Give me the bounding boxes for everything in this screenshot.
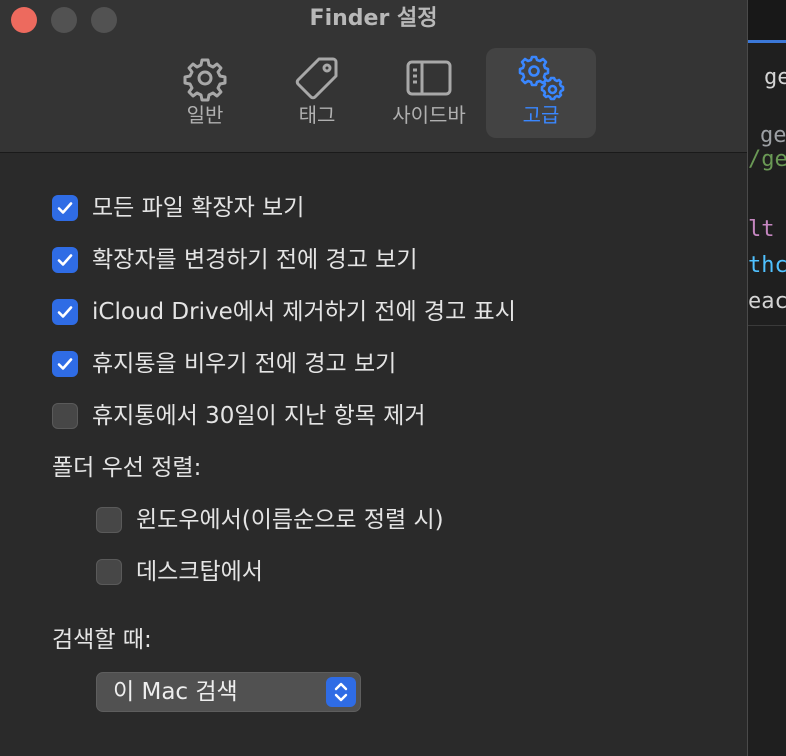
tab-tags[interactable]: 태그 bbox=[262, 48, 372, 138]
editor-code-line: lt bbox=[748, 217, 775, 242]
checkbox-checked[interactable] bbox=[52, 247, 78, 273]
editor-code-line: eac bbox=[748, 289, 786, 314]
window-title: Finder 설정 bbox=[309, 6, 438, 31]
tab-label: 고급 bbox=[522, 103, 560, 127]
gear-icon bbox=[183, 58, 227, 102]
tab-label: 일반 bbox=[186, 103, 224, 127]
tab-label: 사이드바 bbox=[392, 103, 466, 127]
checkbox-unchecked[interactable] bbox=[96, 559, 122, 585]
tab-label: 태그 bbox=[298, 103, 336, 127]
checkbox-checked[interactable] bbox=[52, 351, 78, 377]
option-label: 확장자를 변경하기 전에 경고 보기 bbox=[92, 247, 418, 273]
folders-first-label: 폴더 우선 정렬: bbox=[52, 455, 202, 481]
search-scope-value: 이 Mac 검색 bbox=[113, 679, 238, 705]
option-show-extensions[interactable]: 모든 파일 확장자 보기 bbox=[52, 193, 304, 223]
option-warn-icloud-removal[interactable]: iCloud Drive에서 제거하기 전에 경고 표시 bbox=[52, 297, 516, 327]
tab-sidebar[interactable]: 사이드바 bbox=[374, 48, 484, 138]
option-folders-first-desktop[interactable]: 데스크탑에서 bbox=[96, 557, 263, 587]
option-label: 데스크탑에서 bbox=[136, 559, 263, 585]
option-label: 휴지통을 비우기 전에 경고 보기 bbox=[92, 351, 397, 377]
checkmark-icon bbox=[57, 254, 73, 266]
option-label: iCloud Drive에서 제거하기 전에 경고 표시 bbox=[92, 299, 516, 325]
tag-icon bbox=[295, 57, 338, 100]
tab-general[interactable]: 일반 bbox=[150, 48, 260, 138]
checkbox-checked[interactable] bbox=[52, 195, 78, 221]
settings-content: 모든 파일 확장자 보기 확장자를 변경하기 전에 경고 보기 iCloud D… bbox=[0, 153, 747, 756]
finder-settings-window: Finder 설정 일반 태그 사이드바 고급 모든 파일 확장자 보기 확장자… bbox=[0, 0, 748, 756]
background-editor-window: ge ge /ge lt thc eac bbox=[748, 0, 786, 756]
tab-advanced[interactable]: 고급 bbox=[486, 48, 596, 138]
editor-code-line: ge bbox=[760, 123, 786, 148]
search-scope-popup[interactable]: 이 Mac 검색 bbox=[96, 672, 361, 712]
window-toolbar: Finder 설정 일반 태그 사이드바 고급 bbox=[0, 0, 747, 153]
option-folders-first-windows[interactable]: 윈도우에서(이름순으로 정렬 시) bbox=[96, 505, 444, 535]
editor-tab-title: ge bbox=[764, 65, 786, 90]
checkbox-unchecked[interactable] bbox=[96, 507, 122, 533]
option-label: 휴지통에서 30일이 지난 항목 제거 bbox=[92, 403, 426, 429]
editor-code-line: thc bbox=[748, 253, 786, 278]
option-label: 윈도우에서(이름순으로 정렬 시) bbox=[136, 507, 444, 533]
sidebar-icon bbox=[406, 60, 452, 96]
option-warn-extension-change[interactable]: 확장자를 변경하기 전에 경고 보기 bbox=[52, 245, 417, 275]
search-scope-label: 검색할 때: bbox=[52, 627, 152, 653]
option-label: 모든 파일 확장자 보기 bbox=[92, 195, 305, 221]
popup-stepper[interactable] bbox=[326, 677, 356, 707]
chevron-up-down-icon bbox=[334, 682, 348, 702]
checkmark-icon bbox=[57, 358, 73, 370]
editor-code-line: /ge bbox=[748, 147, 786, 172]
checkbox-checked[interactable] bbox=[52, 299, 78, 325]
editor-tab-bar bbox=[748, 0, 786, 40]
option-remove-old-trash[interactable]: 휴지통에서 30일이 지난 항목 제거 bbox=[52, 401, 426, 431]
checkmark-icon bbox=[57, 202, 73, 214]
checkbox-unchecked[interactable] bbox=[52, 403, 78, 429]
editor-divider bbox=[748, 325, 786, 326]
option-warn-empty-trash[interactable]: 휴지통을 비우기 전에 경고 보기 bbox=[52, 349, 396, 379]
gears-icon bbox=[518, 55, 565, 101]
checkmark-icon bbox=[57, 306, 73, 318]
